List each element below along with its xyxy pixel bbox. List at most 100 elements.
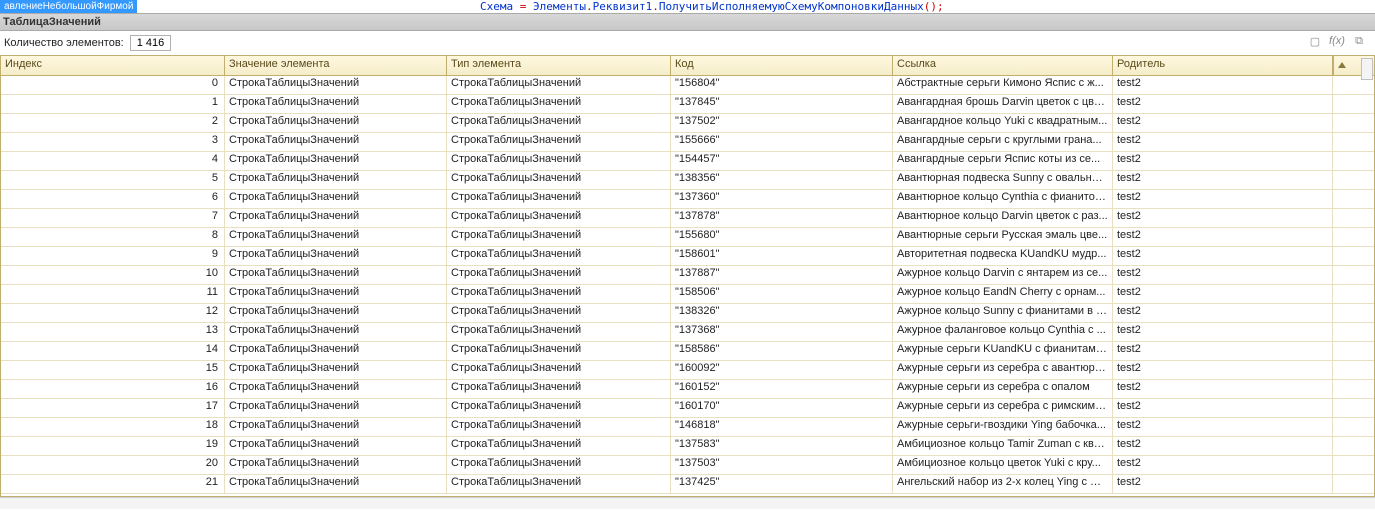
col-header-code[interactable]: Код — [671, 56, 893, 75]
table-row[interactable]: 4СтрокаТаблицыЗначенийСтрокаТаблицыЗначе… — [1, 152, 1374, 171]
count-row: Количество элементов: 1 416 ▢ f(x) ⧉ — [0, 31, 1375, 55]
cell-code: "137360" — [671, 190, 893, 208]
col-header-value[interactable]: Значение элемента — [225, 56, 447, 75]
cell-parent: test2 — [1113, 76, 1333, 94]
cell-parent: test2 — [1113, 95, 1333, 113]
cell-value: СтрокаТаблицыЗначений — [225, 437, 447, 455]
table-row[interactable]: 6СтрокаТаблицыЗначенийСтрокаТаблицыЗначе… — [1, 190, 1374, 209]
right-side-tool[interactable] — [1361, 58, 1373, 80]
cell-link: Авангардная брошь Darvin цветок с цве... — [893, 95, 1113, 113]
count-value[interactable]: 1 416 — [130, 35, 172, 51]
cell-type: СтрокаТаблицыЗначений — [447, 95, 671, 113]
cell-parent: test2 — [1113, 228, 1333, 246]
cell-link: Авторитетная подвеска KUandKU мудр... — [893, 247, 1113, 265]
grid-body[interactable]: 0СтрокаТаблицыЗначенийСтрокаТаблицыЗначе… — [1, 76, 1374, 496]
cell-parent: test2 — [1113, 285, 1333, 303]
cell-type: СтрокаТаблицыЗначений — [447, 380, 671, 398]
table-row[interactable]: 16СтрокаТаблицыЗначенийСтрокаТаблицыЗнач… — [1, 380, 1374, 399]
cell-code: "137583" — [671, 437, 893, 455]
cell-type: СтрокаТаблицыЗначений — [447, 171, 671, 189]
cell-link: Ажурное фаланговое кольцо Cynthia с ... — [893, 323, 1113, 341]
cell-value: СтрокаТаблицыЗначений — [225, 399, 447, 417]
cell-code: "154457" — [671, 152, 893, 170]
cell-parent: test2 — [1113, 361, 1333, 379]
cell-parent: test2 — [1113, 247, 1333, 265]
cell-link: Ажурное кольцо Sunny с фианитами в у... — [893, 304, 1113, 322]
table-row[interactable]: 3СтрокаТаблицыЗначенийСтрокаТаблицыЗначе… — [1, 133, 1374, 152]
cell-type: СтрокаТаблицыЗначений — [447, 304, 671, 322]
cell-link: Ажурные серьги-гвоздики Ying бабочка... — [893, 418, 1113, 436]
cell-value: СтрокаТаблицыЗначений — [225, 456, 447, 474]
cell-index: 12 — [1, 304, 225, 322]
cell-parent: test2 — [1113, 266, 1333, 284]
cell-value: СтрокаТаблицыЗначений — [225, 171, 447, 189]
selection-text: авлениеНебольшойФирмой — [0, 0, 137, 13]
cell-index: 8 — [1, 228, 225, 246]
table-row[interactable]: 11СтрокаТаблицыЗначенийСтрокаТаблицыЗнач… — [1, 285, 1374, 304]
table-row[interactable]: 5СтрокаТаблицыЗначенийСтрокаТаблицыЗначе… — [1, 171, 1374, 190]
table-row[interactable]: 18СтрокаТаблицыЗначенийСтрокаТаблицыЗнач… — [1, 418, 1374, 437]
cell-type: СтрокаТаблицыЗначений — [447, 152, 671, 170]
grid-header: Индекс Значение элемента Тип элемента Ко… — [1, 56, 1374, 76]
panel-title: ТаблицаЗначений — [0, 13, 1375, 31]
cell-index: 14 — [1, 342, 225, 360]
cell-type: СтрокаТаблицыЗначений — [447, 228, 671, 246]
cell-value: СтрокаТаблицыЗначений — [225, 342, 447, 360]
cell-index: 17 — [1, 399, 225, 417]
cell-parent: test2 — [1113, 304, 1333, 322]
table-row[interactable]: 17СтрокаТаблицыЗначенийСтрокаТаблицыЗнач… — [1, 399, 1374, 418]
cell-link: Авантюрное кольцо Cynthia с фианитов... — [893, 190, 1113, 208]
table-row[interactable]: 2СтрокаТаблицыЗначенийСтрокаТаблицыЗначе… — [1, 114, 1374, 133]
cell-link: Ажурные серьги из серебра с опалом — [893, 380, 1113, 398]
col-header-index[interactable]: Индекс — [1, 56, 225, 75]
table-row[interactable]: 8СтрокаТаблицыЗначенийСтрокаТаблицыЗначе… — [1, 228, 1374, 247]
table-row[interactable]: 21СтрокаТаблицыЗначенийСтрокаТаблицыЗнач… — [1, 475, 1374, 494]
cell-link: Авангардное кольцо Yuki с квадратным... — [893, 114, 1113, 132]
table-row[interactable]: 19СтрокаТаблицыЗначенийСтрокаТаблицыЗнач… — [1, 437, 1374, 456]
cell-index: 18 — [1, 418, 225, 436]
cell-type: СтрокаТаблицыЗначений — [447, 247, 671, 265]
table-row[interactable]: 7СтрокаТаблицыЗначенийСтрокаТаблицыЗначе… — [1, 209, 1374, 228]
table-row[interactable]: 15СтрокаТаблицыЗначенийСтрокаТаблицыЗнач… — [1, 361, 1374, 380]
cell-parent: test2 — [1113, 209, 1333, 227]
cell-code: "158586" — [671, 342, 893, 360]
cell-index: 16 — [1, 380, 225, 398]
table-row[interactable]: 10СтрокаТаблицыЗначенийСтрокаТаблицыЗнач… — [1, 266, 1374, 285]
cell-parent: test2 — [1113, 418, 1333, 436]
cell-index: 5 — [1, 171, 225, 189]
cell-index: 13 — [1, 323, 225, 341]
toolbar-icon-1[interactable]: ▢ — [1307, 33, 1323, 49]
cell-code: "137878" — [671, 209, 893, 227]
cell-index: 7 — [1, 209, 225, 227]
cell-link: Авантюрные серьги Русская эмаль цве... — [893, 228, 1113, 246]
cell-link: Ажурное кольцо Darvin с янтарем из се... — [893, 266, 1113, 284]
col-header-type[interactable]: Тип элемента — [447, 56, 671, 75]
cell-value: СтрокаТаблицыЗначений — [225, 361, 447, 379]
table-row[interactable]: 13СтрокаТаблицыЗначенийСтрокаТаблицыЗнач… — [1, 323, 1374, 342]
col-header-link[interactable]: Ссылка — [893, 56, 1113, 75]
cell-value: СтрокаТаблицыЗначений — [225, 133, 447, 151]
copy-icon[interactable]: ⧉ — [1351, 33, 1367, 49]
cell-index: 15 — [1, 361, 225, 379]
cell-link: Ажурные серьги из серебра с авантюри... — [893, 361, 1113, 379]
cell-code: "137502" — [671, 114, 893, 132]
cell-value: СтрокаТаблицыЗначений — [225, 266, 447, 284]
cell-parent: test2 — [1113, 171, 1333, 189]
table-row[interactable]: 12СтрокаТаблицыЗначенийСтрокаТаблицыЗнач… — [1, 304, 1374, 323]
cell-type: СтрокаТаблицыЗначений — [447, 285, 671, 303]
cell-index: 6 — [1, 190, 225, 208]
cell-index: 9 — [1, 247, 225, 265]
table-row[interactable]: 9СтрокаТаблицыЗначенийСтрокаТаблицыЗначе… — [1, 247, 1374, 266]
cell-parent: test2 — [1113, 342, 1333, 360]
toolbar: ▢ f(x) ⧉ — [1307, 33, 1367, 49]
cell-value: СтрокаТаблицыЗначений — [225, 285, 447, 303]
fx-icon[interactable]: f(x) — [1329, 33, 1345, 49]
table-row[interactable]: 20СтрокаТаблицыЗначенийСтрокаТаблицыЗнач… — [1, 456, 1374, 475]
table-row[interactable]: 1СтрокаТаблицыЗначенийСтрокаТаблицыЗначе… — [1, 95, 1374, 114]
cell-type: СтрокаТаблицыЗначений — [447, 475, 671, 493]
table-row[interactable]: 14СтрокаТаблицыЗначенийСтрокаТаблицыЗнач… — [1, 342, 1374, 361]
cell-type: СтрокаТаблицыЗначений — [447, 209, 671, 227]
cell-parent: test2 — [1113, 190, 1333, 208]
table-row[interactable]: 0СтрокаТаблицыЗначенийСтрокаТаблицыЗначе… — [1, 76, 1374, 95]
col-header-parent[interactable]: Родитель — [1113, 56, 1333, 75]
